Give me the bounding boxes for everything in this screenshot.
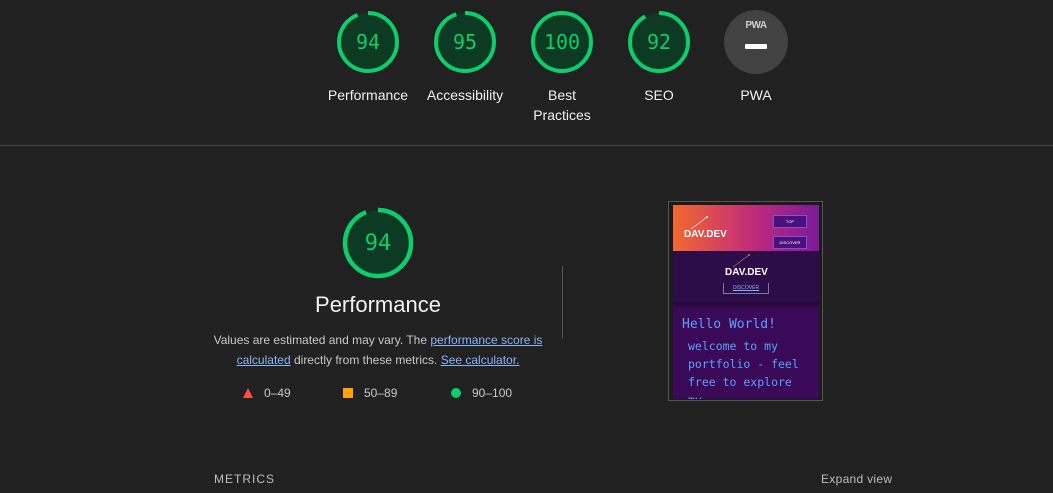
gauge-label: SEO xyxy=(644,87,674,103)
desc-text: Values are estimated and may vary. The xyxy=(213,333,431,347)
metrics-header: METRICS xyxy=(214,472,275,486)
gauge-score: 95 xyxy=(452,30,478,54)
final-screenshot[interactable]: DAV.DEV TOP DISCOVER DAV.DEV DISCOVER He… xyxy=(668,201,823,401)
pwa-badge-icon: PWA xyxy=(724,10,788,74)
performance-score: 94 xyxy=(364,230,392,256)
fail-triangle-icon xyxy=(243,388,253,398)
site-welcome-text: welcome to my portfolio - feel free to e… xyxy=(688,339,799,399)
site-hello-text: Hello World! xyxy=(682,317,776,332)
pwa-logo-text: PWA xyxy=(745,20,767,31)
gauge-score: 92 xyxy=(646,30,672,54)
gauge-best-practices[interactable]: 100 Best Practices xyxy=(512,10,612,125)
performance-title: Performance xyxy=(315,292,441,317)
gauge-label: Accessibility xyxy=(426,87,504,103)
score-gauges: 94 Performance 95 Accessibility 100 Best… xyxy=(0,0,1053,145)
legend-fail: 0–49 xyxy=(243,386,291,400)
gauge-pwa[interactable]: PWA PWA xyxy=(706,10,806,105)
gauge-label: Best Practices xyxy=(533,87,591,123)
gauge-label: Performance xyxy=(327,87,409,103)
vertical-divider xyxy=(562,266,563,338)
score-legend: 0–49 50–89 90–100 xyxy=(240,386,540,402)
legend-range: 50–89 xyxy=(364,386,398,400)
gauge-label: PWA xyxy=(740,87,772,103)
desc-text: directly from these metrics. xyxy=(290,353,441,367)
gauge-score: 100 xyxy=(543,30,581,54)
screenshot-content: DAV.DEV TOP DISCOVER DAV.DEV DISCOVER He… xyxy=(673,205,819,399)
performance-summary: 94 Performance Values are estimated and … xyxy=(210,206,546,370)
legend-pass: 90–100 xyxy=(451,386,512,400)
site-logo-center: DAV.DEV xyxy=(725,267,768,278)
site-top-button: TOP xyxy=(773,215,807,228)
site-discover-link: DISCOVER xyxy=(723,283,769,294)
site-discover-button: DISCOVER xyxy=(773,236,807,249)
average-square-icon xyxy=(343,388,353,398)
performance-description: Values are estimated and may vary. The p… xyxy=(210,330,546,370)
gauge-score: 94 xyxy=(355,30,381,54)
gauge-performance[interactable]: 94 Performance xyxy=(318,10,418,105)
legend-range: 90–100 xyxy=(472,386,513,400)
site-logo: DAV.DEV xyxy=(684,229,727,240)
gauge-accessibility[interactable]: 95 Accessibility xyxy=(415,10,515,105)
legend-range: 0–49 xyxy=(264,386,291,400)
pass-circle-icon xyxy=(451,388,461,398)
see-calculator-link[interactable]: See calculator. xyxy=(441,353,520,367)
section-divider xyxy=(0,145,1053,146)
legend-average: 50–89 xyxy=(343,386,397,400)
expand-view-button[interactable]: Expand view xyxy=(821,472,892,486)
performance-gauge: 94 xyxy=(341,206,415,280)
dash-icon xyxy=(745,44,767,49)
gauge-seo[interactable]: 92 SEO xyxy=(609,10,709,105)
